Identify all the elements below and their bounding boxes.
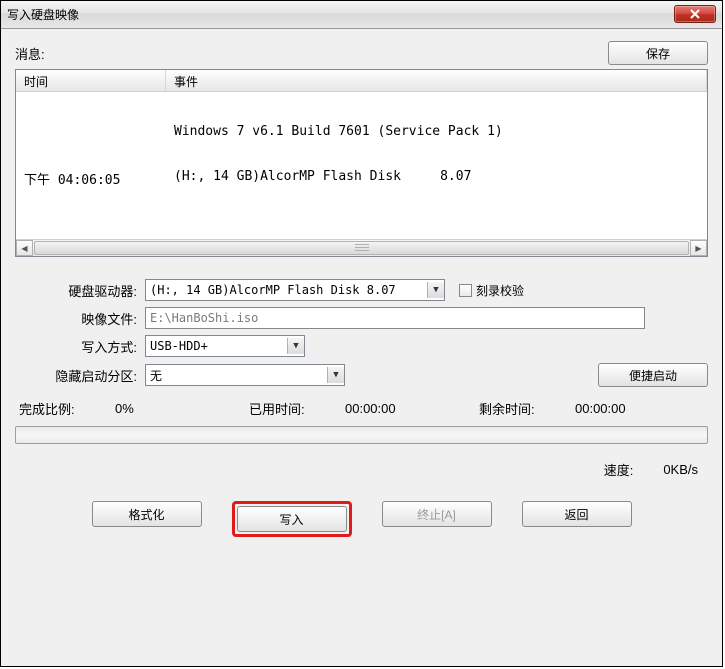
label-hide-boot: 隐藏启动分区: xyxy=(15,366,145,385)
convenient-boot-button[interactable]: 便捷启动 xyxy=(598,363,708,387)
label-image-file: 映像文件: xyxy=(15,309,145,328)
message-header-row: 消息: 保存 xyxy=(15,41,708,65)
elapsed-value: 00:00:00 xyxy=(345,401,475,416)
drive-selected-text: (H:, 14 GB)AlcorMP Flash Disk 8.07 xyxy=(150,283,396,297)
column-time[interactable]: 时间 xyxy=(16,70,166,91)
close-icon xyxy=(690,9,700,19)
image-file-input[interactable] xyxy=(145,307,645,329)
log-columns-header: 时间 事件 xyxy=(16,70,707,92)
row-image-file: 映像文件: xyxy=(15,307,708,329)
chevron-down-icon: ▼ xyxy=(287,338,304,354)
hide-boot-select[interactable]: 无 ▼ xyxy=(145,364,345,386)
client-area: 消息: 保存 时间 事件 Windows 7 v6.1 Build 7601 (… xyxy=(1,29,722,666)
write-button-highlight: 写入 xyxy=(232,501,352,537)
speed-row: 速度: 0KB/s xyxy=(15,460,708,479)
speed-value: 0KB/s xyxy=(663,462,698,477)
log-row: Windows 7 v6.1 Build 7601 (Service Pack … xyxy=(16,124,707,139)
scroll-left-button[interactable]: ◀ xyxy=(16,240,33,256)
scroll-right-button[interactable]: ▶ xyxy=(690,240,707,256)
progress-info-row: 完成比例: 0% 已用时间: 00:00:00 剩余时间: 00:00:00 xyxy=(15,399,708,418)
write-method-selected-text: USB-HDD+ xyxy=(150,339,208,353)
log-event: Windows 7 v6.1 Build 7601 (Service Pack … xyxy=(166,124,707,139)
row-drive: 硬盘驱动器: (H:, 14 GB)AlcorMP Flash Disk 8.0… xyxy=(15,279,708,301)
log-time xyxy=(16,124,166,139)
hide-boot-selected-text: 无 xyxy=(150,367,162,384)
format-button[interactable]: 格式化 xyxy=(92,501,202,527)
drive-select[interactable]: (H:, 14 GB)AlcorMP Flash Disk 8.07 ▼ xyxy=(145,279,445,301)
remaining-value: 00:00:00 xyxy=(575,401,705,416)
log-time: 下午 04:06:05 xyxy=(16,169,166,188)
progress-bar xyxy=(15,426,708,444)
log-body[interactable]: Windows 7 v6.1 Build 7601 (Service Pack … xyxy=(16,92,707,239)
write-button[interactable]: 写入 xyxy=(237,506,347,532)
write-method-select[interactable]: USB-HDD+ ▼ xyxy=(145,335,305,357)
row-write-method: 写入方式: USB-HDD+ ▼ xyxy=(15,335,708,357)
label-progress: 完成比例: xyxy=(15,399,115,418)
label-remaining: 剩余时间: xyxy=(475,399,575,418)
triangle-right-icon: ▶ xyxy=(695,244,701,253)
save-button[interactable]: 保存 xyxy=(608,41,708,65)
log-event: (H:, 14 GB)AlcorMP Flash Disk 8.07 xyxy=(166,169,707,188)
chevron-down-icon: ▼ xyxy=(327,367,344,383)
label-elapsed: 已用时间: xyxy=(245,399,345,418)
progress-value: 0% xyxy=(115,401,245,416)
window-title: 写入硬盘映像 xyxy=(7,6,79,23)
row-hide-boot: 隐藏启动分区: 无 ▼ 便捷启动 xyxy=(15,363,708,387)
triangle-left-icon: ◀ xyxy=(21,244,27,253)
titlebar: 写入硬盘映像 xyxy=(1,1,722,29)
message-label: 消息: xyxy=(15,44,45,63)
label-drive: 硬盘驱动器: xyxy=(15,281,145,300)
close-button[interactable] xyxy=(674,5,716,23)
checkbox-box-icon xyxy=(459,284,472,297)
log-table: 时间 事件 Windows 7 v6.1 Build 7601 (Service… xyxy=(15,69,708,257)
action-button-row: 格式化 写入 终止[A] 返回 xyxy=(15,501,708,537)
label-write-method: 写入方式: xyxy=(15,337,145,356)
column-event[interactable]: 事件 xyxy=(166,70,707,91)
abort-button: 终止[A] xyxy=(382,501,492,527)
log-row: 下午 04:06:05 (H:, 14 GB)AlcorMP Flash Dis… xyxy=(16,169,707,188)
horizontal-scrollbar[interactable]: ◀ ▶ xyxy=(16,239,707,256)
label-speed: 速度: xyxy=(604,460,634,479)
verify-checkbox[interactable]: 刻录校验 xyxy=(459,282,524,299)
scrollbar-track[interactable] xyxy=(33,240,690,256)
scrollbar-thumb[interactable] xyxy=(34,241,689,255)
scrollbar-grip-icon xyxy=(355,244,369,252)
chevron-down-icon: ▼ xyxy=(427,282,444,298)
dialog-window: 写入硬盘映像 消息: 保存 时间 事件 Windows 7 v6.1 Build… xyxy=(0,0,723,667)
return-button[interactable]: 返回 xyxy=(522,501,632,527)
verify-label: 刻录校验 xyxy=(476,282,524,299)
